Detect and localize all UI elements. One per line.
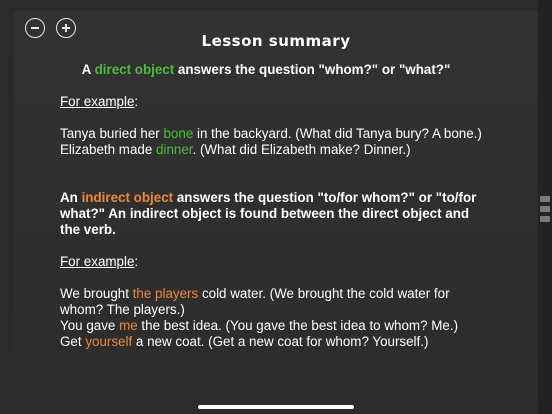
home-indicator[interactable] (198, 405, 354, 409)
example-sentence: Elizabeth made dinner. (What did Elizabe… (60, 142, 490, 158)
text-segment: We brought (60, 286, 133, 301)
indirect-object-definition: An indirect object answers the question … (60, 190, 490, 238)
example-label: For example (60, 94, 135, 109)
example-heading: For example: (60, 94, 490, 110)
text-segment: You gave (60, 318, 120, 333)
colon: : (134, 254, 139, 269)
text-segment: in the backyard. (What did Tanya bury? A… (193, 126, 482, 141)
text-segment: Get (60, 334, 86, 349)
highlighted-word: dinner (156, 142, 193, 157)
text-segment: A (81, 62, 95, 77)
example-sentence: You gave me the best idea. (You gave the… (60, 318, 490, 334)
text-segment: Tanya buried her (60, 126, 164, 141)
text-segment: a new coat. (Get a new coat for whom? Yo… (132, 334, 429, 349)
text-segment: answers the question "whom?" or "what?" (174, 62, 451, 77)
text-segment: the best idea. (You gave the best idea t… (137, 318, 459, 333)
example-sentence: Get yourself a new coat. (Get a new coat… (60, 334, 490, 350)
drag-handle[interactable] (540, 196, 550, 222)
text-segment: . (What did Elizabeth make? Dinner.) (192, 142, 411, 157)
highlighted-word: yourself (85, 334, 133, 349)
example-sentence: Tanya buried her bone in the backyard. (… (60, 126, 490, 142)
lesson-title: Lesson summary (201, 32, 351, 50)
direct-object-term: direct object (94, 62, 175, 77)
example-sentence: We brought the players cold water. (We b… (60, 286, 490, 318)
highlighted-word: bone (163, 126, 194, 141)
indirect-object-term: indirect object (81, 190, 174, 205)
direct-object-definition: A direct object answers the question "wh… (40, 62, 492, 78)
highlighted-word: the players (132, 286, 199, 301)
text-segment: Elizabeth made (60, 142, 157, 157)
side-strip (538, 0, 552, 414)
lesson-content: A direct object answers the question "wh… (60, 62, 490, 350)
text-segment: An (60, 190, 82, 205)
highlighted-word: me (119, 318, 138, 333)
colon: : (134, 94, 139, 109)
example-heading: For example: (60, 254, 490, 270)
example-label: For example (60, 254, 135, 269)
